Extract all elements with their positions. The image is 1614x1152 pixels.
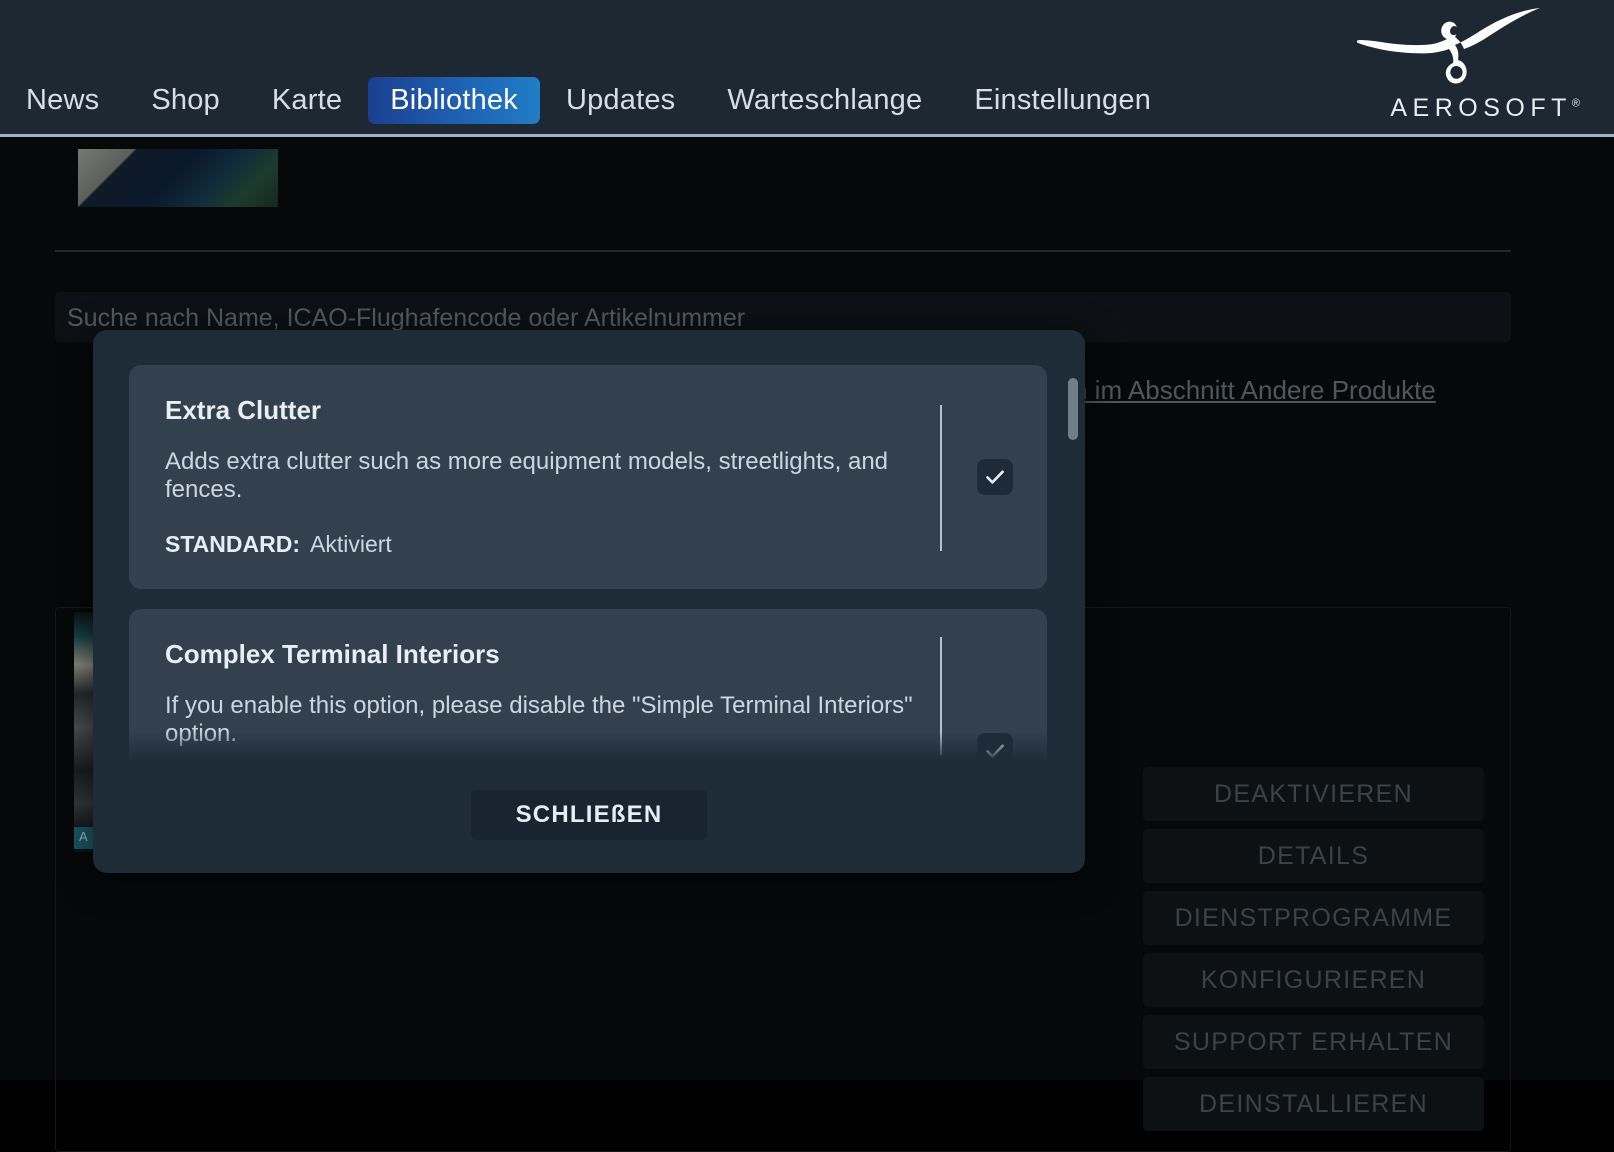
option-card-complex-terminal-interiors[interactable]: Complex Terminal Interiors If you enable… (129, 609, 1047, 765)
brand-name: AEROSOFT (1390, 94, 1572, 122)
option-default-row: STANDARD: Aktiviert (165, 531, 1013, 558)
details-button[interactable]: DETAILS (1143, 829, 1484, 883)
option-description: If you enable this option, please disabl… (165, 692, 925, 749)
option-default-value: Aktiviert (310, 531, 392, 557)
check-icon (983, 739, 1007, 763)
bird-logo-icon (1354, 4, 1544, 90)
option-list[interactable]: Extra Clutter Adds extra clutter such as… (129, 365, 1049, 765)
option-checkbox[interactable] (977, 459, 1013, 495)
close-button[interactable]: SCHLIEßEN (471, 790, 707, 840)
option-divider-rule (940, 637, 942, 755)
uninstall-button[interactable]: DEINSTALLIEREN (1143, 1077, 1484, 1131)
top-navigation-bar: News Shop Karte Bibliothek Updates Warte… (0, 0, 1614, 137)
product-action-buttons: DEAKTIVIEREN DETAILS DIENSTPROGRAMME KON… (1143, 767, 1484, 1139)
configuration-dialog: Extra Clutter Adds extra clutter such as… (93, 330, 1085, 873)
option-title: Complex Terminal Interiors (165, 639, 1013, 670)
nav-item-updates[interactable]: Updates (540, 74, 701, 126)
search-placeholder: Suche nach Name, ICAO-Flughafencode oder… (67, 304, 745, 333)
nav-item-bibliothek[interactable]: Bibliothek (368, 77, 540, 124)
product-banner-thumbnail (78, 149, 278, 207)
nav-items: News Shop Karte Bibliothek Updates Warte… (0, 74, 1200, 126)
nav-item-einstellungen[interactable]: Einstellungen (948, 74, 1177, 126)
option-title: Extra Clutter (165, 395, 1013, 426)
check-icon (983, 465, 1007, 489)
option-description: Adds extra clutter such as more equipmen… (165, 448, 925, 505)
nav-item-shop[interactable]: Shop (125, 74, 246, 126)
nav-item-warteschlange[interactable]: Warteschlange (701, 74, 948, 126)
option-card-extra-clutter[interactable]: Extra Clutter Adds extra clutter such as… (129, 365, 1047, 589)
other-products-link[interactable]: ch im Abschnitt Andere Produkte (1060, 375, 1436, 406)
brand-wordmark: AEROSOFT® (1390, 94, 1580, 123)
section-divider (55, 250, 1511, 252)
nav-item-karte[interactable]: Karte (246, 74, 368, 126)
option-checkbox[interactable] (977, 733, 1013, 765)
option-default-label: STANDARD: (165, 531, 300, 557)
option-divider-rule (940, 405, 942, 551)
get-support-button[interactable]: SUPPORT ERHALTEN (1143, 1015, 1484, 1069)
registered-mark: ® (1572, 98, 1580, 110)
utilities-button[interactable]: DIENSTPROGRAMME (1143, 891, 1484, 945)
nav-item-news[interactable]: News (0, 74, 125, 126)
brand-logo: AEROSOFT® (1320, 4, 1580, 129)
configure-button[interactable]: KONFIGURIEREN (1143, 953, 1484, 1007)
option-list-scrollbar-thumb[interactable] (1068, 378, 1078, 440)
deactivate-button[interactable]: DEAKTIVIEREN (1143, 767, 1484, 821)
